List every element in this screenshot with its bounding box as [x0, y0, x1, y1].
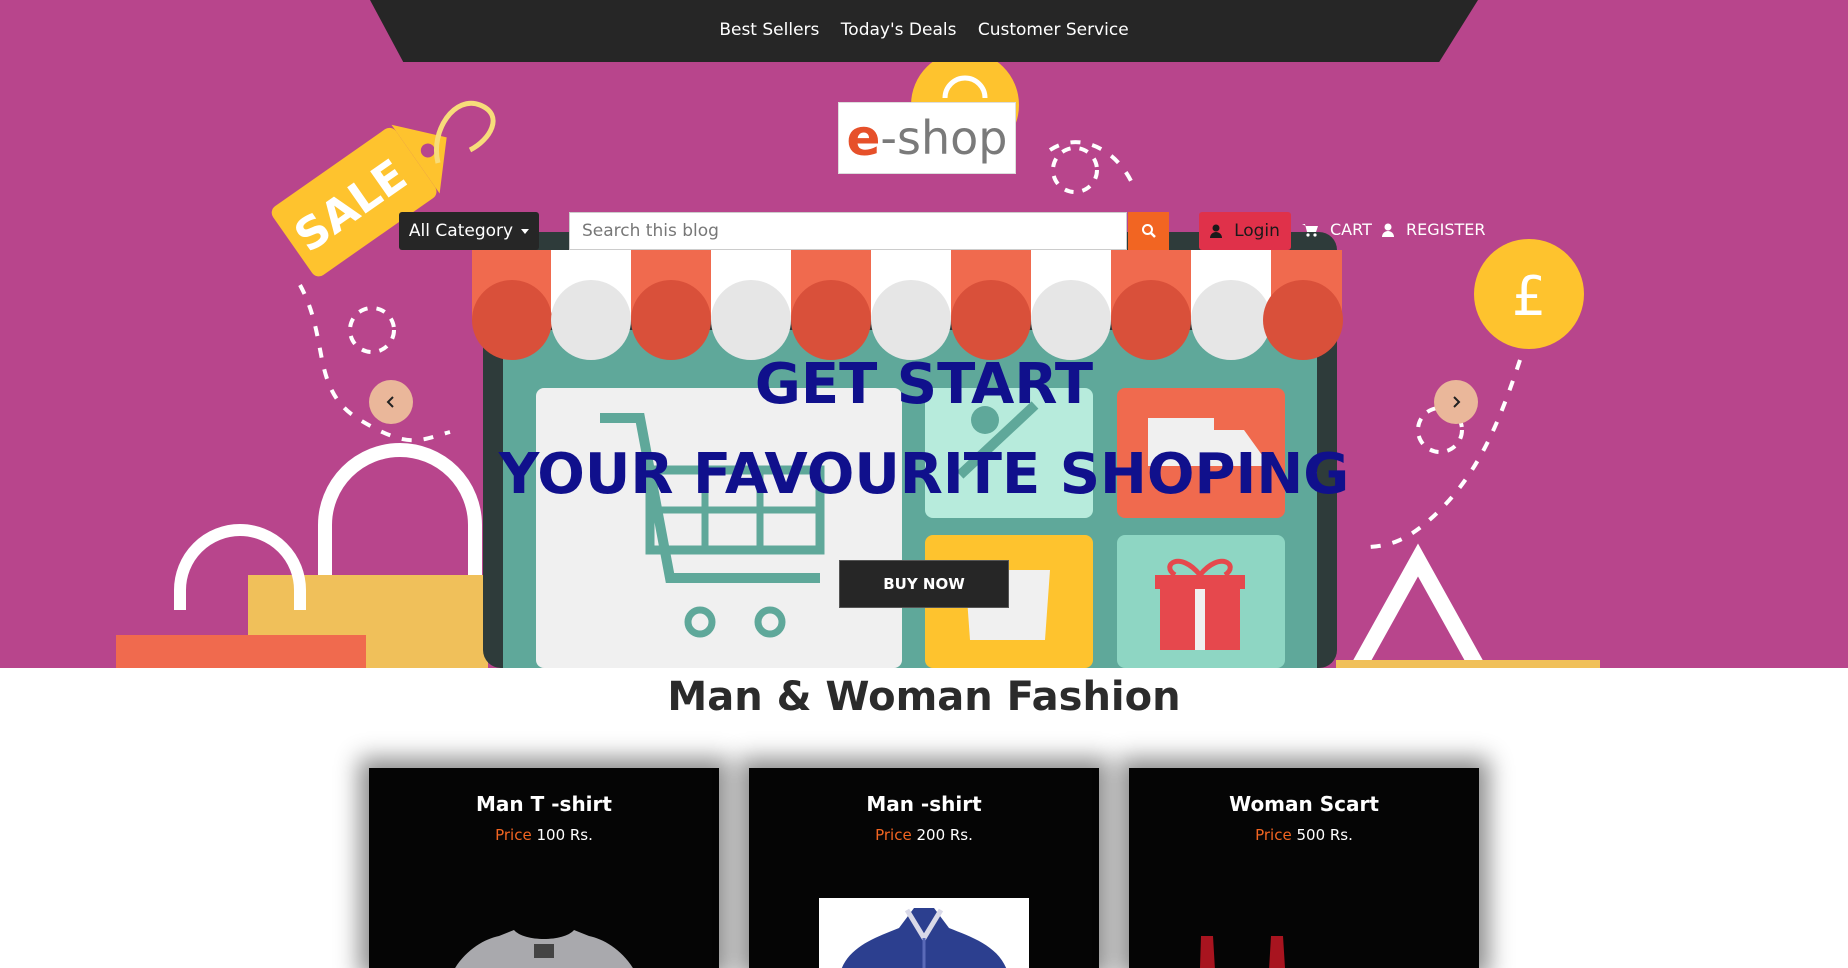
shirt-image	[819, 898, 1029, 968]
price-label: Price	[1255, 826, 1292, 844]
nav-link-customer-service[interactable]: Customer Service	[978, 20, 1129, 40]
search-box	[569, 212, 1127, 250]
login-button[interactable]: Login	[1199, 212, 1291, 250]
product-card[interactable]: Woman Scart Price 500 Rs.	[1129, 768, 1479, 968]
price-value: 100 Rs.	[536, 826, 593, 844]
price-label: Price	[495, 826, 532, 844]
price-value: 500 Rs.	[1296, 826, 1353, 844]
user-icon	[1210, 224, 1223, 238]
tshirt-image	[455, 930, 633, 968]
nav-link-best-sellers[interactable]: Best Sellers	[719, 20, 819, 40]
search-input[interactable]	[570, 213, 1126, 249]
logo-text: -shop	[880, 111, 1008, 165]
cart-icon	[1302, 223, 1318, 237]
product-price: Price 100 Rs.	[369, 826, 719, 844]
hero-banner: £ SALE Best Sellers Today's Deals Custom…	[0, 0, 1848, 668]
cart-link[interactable]: CART	[1302, 220, 1372, 239]
product-card[interactable]: Man T -shirt Price 100 Rs.	[369, 768, 719, 968]
top-navigation: Best Sellers Today's Deals Customer Serv…	[370, 0, 1478, 62]
hero-headline-1: GET START	[754, 352, 1094, 417]
product-name: Woman Scart	[1229, 792, 1379, 816]
cart-label: CART	[1330, 220, 1372, 239]
nav-link-todays-deals[interactable]: Today's Deals	[841, 20, 957, 40]
register-label: REGISTER	[1406, 220, 1486, 239]
category-label: All Category	[408, 221, 514, 241]
scarf-image	[1200, 936, 1285, 968]
product-price: Price 200 Rs.	[749, 826, 1099, 844]
product-name: Man T -shirt	[476, 792, 612, 816]
login-label: Login	[1234, 221, 1280, 241]
price-label: Price	[875, 826, 912, 844]
price-value: 200 Rs.	[916, 826, 973, 844]
search-button[interactable]	[1128, 212, 1169, 250]
user-icon	[1382, 223, 1394, 237]
register-link[interactable]: REGISTER	[1382, 220, 1486, 239]
hero-headline-2: YOUR FAVOURITE SHOPING	[498, 442, 1350, 507]
caret-down-icon	[521, 228, 530, 234]
search-icon	[1141, 224, 1156, 238]
eshop-logo[interactable]: e -shop	[838, 102, 1016, 174]
svg-text:£: £	[1512, 265, 1546, 328]
buy-now-button[interactable]: BUY NOW	[839, 560, 1009, 608]
category-dropdown[interactable]: All Category	[399, 212, 539, 250]
section-title: Man & Woman Fashion	[667, 674, 1181, 720]
logo-e: e	[846, 109, 881, 167]
product-card[interactable]: Man -shirt Price 200 Rs.	[749, 768, 1099, 968]
product-name: Man -shirt	[866, 792, 982, 816]
product-price: Price 500 Rs.	[1129, 826, 1479, 844]
